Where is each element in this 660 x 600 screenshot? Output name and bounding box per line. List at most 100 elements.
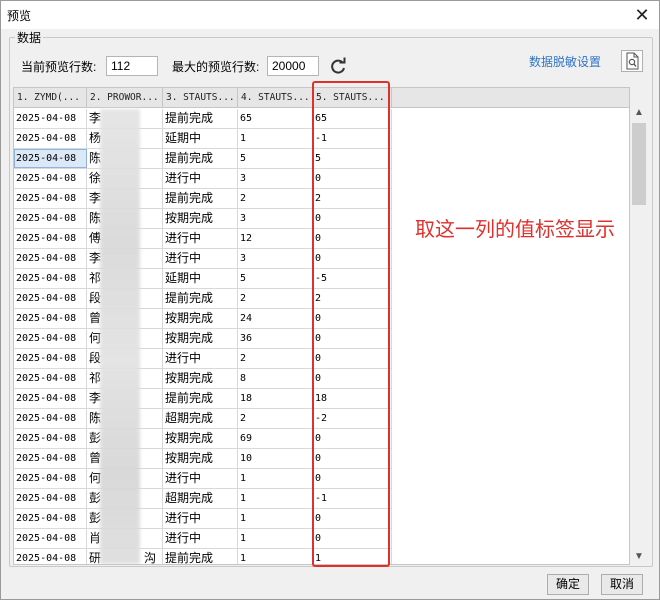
table-cell-col-3[interactable]: 进行中: [163, 249, 238, 268]
table-cell-col-1[interactable]: 2025-04-08: [14, 529, 87, 548]
table-cell-col-3[interactable]: 提前完成: [163, 189, 238, 208]
table-cell-col-5[interactable]: 0: [313, 449, 392, 468]
table-cell-col-1[interactable]: 2025-04-08: [14, 409, 87, 428]
data-masking-settings-link[interactable]: 数据脱敏设置: [529, 53, 601, 70]
table-cell-col-5[interactable]: 1: [313, 549, 392, 564]
table-cell-col-4[interactable]: 2: [238, 289, 313, 308]
table-cell-col-3[interactable]: 按期完成: [163, 429, 238, 448]
table-cell-col-3[interactable]: 进行中: [163, 169, 238, 188]
table-cell-col-3[interactable]: 进行中: [163, 349, 238, 368]
table-cell-col-3[interactable]: 进行中: [163, 469, 238, 488]
table-cell-col-4[interactable]: 3: [238, 169, 313, 188]
table-cell-col-5[interactable]: 5: [313, 149, 392, 168]
table-row[interactable]: 2025-04-08 彭超期完成 1 -1: [14, 489, 392, 509]
table-cell-col-5[interactable]: 0: [313, 309, 392, 328]
max-rows-input[interactable]: [267, 56, 319, 76]
table-cell-col-3[interactable]: 提前完成: [163, 149, 238, 168]
table-cell-col-4[interactable]: 3: [238, 249, 313, 268]
table-cell-col-1[interactable]: 2025-04-08: [14, 109, 87, 128]
table-row[interactable]: 2025-04-08 曾按期完成 24 0: [14, 309, 392, 329]
table-cell-col-1[interactable]: 2025-04-08: [14, 509, 87, 528]
table-cell-col-4[interactable]: 5: [238, 149, 313, 168]
table-cell-col-5[interactable]: 0: [313, 169, 392, 188]
table-cell-col-1[interactable]: 2025-04-08: [14, 289, 87, 308]
table-row[interactable]: 2025-04-08 祁按期完成 8 0: [14, 369, 392, 389]
table-row[interactable]: 2025-04-08 李提前完成 2 2: [14, 189, 392, 209]
table-cell-col-3[interactable]: 提前完成: [163, 549, 238, 564]
table-cell-col-4[interactable]: 24: [238, 309, 313, 328]
table-cell-col-4[interactable]: 36: [238, 329, 313, 348]
table-cell-col-4[interactable]: 2: [238, 189, 313, 208]
table-cell-col-1[interactable]: 2025-04-08: [14, 369, 87, 388]
table-cell-col-5[interactable]: 0: [313, 209, 392, 228]
column-header-5[interactable]: 5. STAUTS...: [313, 88, 392, 108]
scroll-up-icon[interactable]: ▲: [631, 105, 647, 121]
table-cell-col-5[interactable]: 0: [313, 249, 392, 268]
table-cell-col-3[interactable]: 按期完成: [163, 449, 238, 468]
table-cell-col-3[interactable]: 超期完成: [163, 409, 238, 428]
table-cell-col-3[interactable]: 延期中: [163, 269, 238, 288]
table-cell-col-1[interactable]: 2025-04-08: [14, 389, 87, 408]
table-row[interactable]: 2025-04-08 傅进行中 12 0: [14, 229, 392, 249]
table-cell-col-3[interactable]: 提前完成: [163, 109, 238, 128]
table-cell-col-1[interactable]: 2025-04-08: [14, 169, 87, 188]
table-row[interactable]: 2025-04-08 李进行中 3 0: [14, 249, 392, 269]
close-icon[interactable]: ✕: [631, 4, 653, 26]
table-cell-col-5[interactable]: 0: [313, 229, 392, 248]
table-cell-col-4[interactable]: 1: [238, 469, 313, 488]
table-row[interactable]: 2025-04-08 祁延期中 5 -5: [14, 269, 392, 289]
table-row[interactable]: 2025-04-08 陈按期完成 3 0: [14, 209, 392, 229]
table-cell-col-1[interactable]: 2025-04-08: [14, 349, 87, 368]
table-cell-col-4[interactable]: 1: [238, 549, 313, 564]
table-cell-col-5[interactable]: 65: [313, 109, 392, 128]
table-row[interactable]: 2025-04-08 曾按期完成 10 0: [14, 449, 392, 469]
table-cell-col-3[interactable]: 超期完成: [163, 489, 238, 508]
table-cell-col-3[interactable]: 提前完成: [163, 289, 238, 308]
table-cell-col-3[interactable]: 进行中: [163, 229, 238, 248]
table-cell-col-1[interactable]: 2025-04-08: [14, 209, 87, 228]
table-cell-col-3[interactable]: 进行中: [163, 509, 238, 528]
column-header-3[interactable]: 3. STAUTS...: [163, 88, 238, 108]
table-row[interactable]: 2025-04-08 何按期完成 36 0: [14, 329, 392, 349]
table-cell-col-3[interactable]: 按期完成: [163, 329, 238, 348]
table-row[interactable]: 2025-04-08 陈超期完成 2 -2: [14, 409, 392, 429]
table-row[interactable]: 2025-04-08 徐进行中 3 0: [14, 169, 392, 189]
table-cell-col-4[interactable]: 1: [238, 129, 313, 148]
ok-button[interactable]: 确定: [547, 574, 589, 595]
table-row[interactable]: 2025-04-08 李提前完成 65 65: [14, 109, 392, 129]
table-row[interactable]: 2025-04-08 段进行中 2 0: [14, 349, 392, 369]
table-cell-col-4[interactable]: 65: [238, 109, 313, 128]
table-cell-col-3[interactable]: 按期完成: [163, 369, 238, 388]
table-cell-col-3[interactable]: 按期完成: [163, 209, 238, 228]
table-cell-col-5[interactable]: 0: [313, 529, 392, 548]
table-cell-col-4[interactable]: 1: [238, 509, 313, 528]
table-cell-col-1[interactable]: 2025-04-08: [14, 229, 87, 248]
vertical-scrollbar[interactable]: ▲ ▼: [631, 105, 647, 565]
data-grid[interactable]: 1. ZYMD(... 2. PROWOR... 3. STAUTS... 4.…: [13, 87, 630, 565]
column-header-4[interactable]: 4. STAUTS...: [238, 88, 313, 108]
table-cell-col-4[interactable]: 12: [238, 229, 313, 248]
table-cell-col-3[interactable]: 进行中: [163, 529, 238, 548]
scrollbar-thumb[interactable]: [632, 123, 646, 205]
table-cell-col-5[interactable]: 0: [313, 469, 392, 488]
table-cell-col-4[interactable]: 69: [238, 429, 313, 448]
table-cell-col-5[interactable]: 0: [313, 509, 392, 528]
table-cell-col-1[interactable]: 2025-04-08: [14, 549, 87, 564]
table-cell-col-4[interactable]: 18: [238, 389, 313, 408]
table-row[interactable]: 2025-04-08 彭进行中 1 0: [14, 509, 392, 529]
table-cell-col-5[interactable]: -1: [313, 489, 392, 508]
column-header-2[interactable]: 2. PROWOR...: [87, 88, 163, 108]
table-row[interactable]: 2025-04-08 何进行中 1 0: [14, 469, 392, 489]
table-cell-col-5[interactable]: -5: [313, 269, 392, 288]
table-cell-col-1[interactable]: 2025-04-08: [14, 269, 87, 288]
table-row[interactable]: 2025-04-08 肖进行中 1 0: [14, 529, 392, 549]
table-row[interactable]: 2025-04-08 研提前完成 1 1 沟: [14, 549, 392, 564]
table-row[interactable]: 2025-04-08 彭按期完成 69 0: [14, 429, 392, 449]
table-cell-col-5[interactable]: 0: [313, 429, 392, 448]
table-cell-col-3[interactable]: 按期完成: [163, 309, 238, 328]
document-search-icon[interactable]: [621, 50, 643, 72]
table-cell-col-4[interactable]: 3: [238, 209, 313, 228]
table-row[interactable]: 2025-04-08 段提前完成 2 2: [14, 289, 392, 309]
table-cell-col-4[interactable]: 10: [238, 449, 313, 468]
table-cell-col-4[interactable]: 1: [238, 489, 313, 508]
